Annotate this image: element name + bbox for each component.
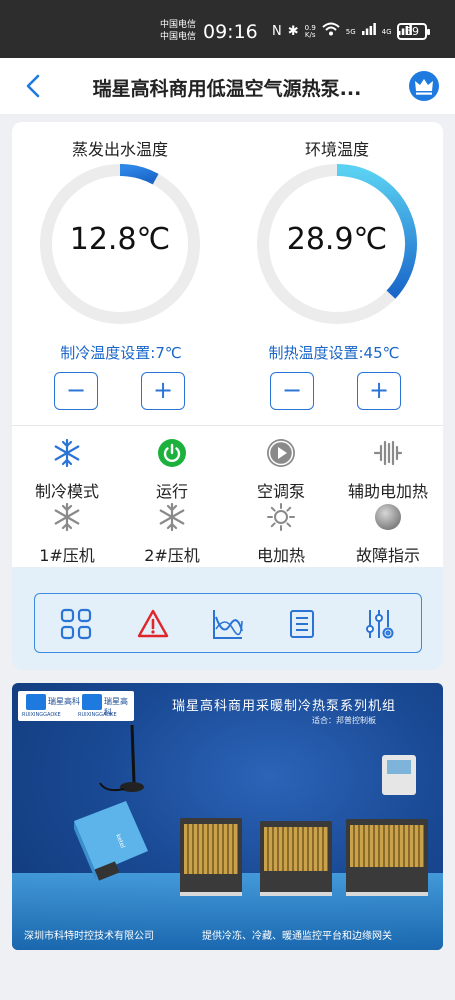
- status-auxiliary-heating-label: 辅助电加热: [347, 482, 428, 501]
- status-cooling-mode-label: 制冷模式: [34, 482, 99, 501]
- evaporator-outlet-temp-value: 12.8℃: [69, 222, 171, 257]
- trend-chart-icon[interactable]: [211, 607, 245, 641]
- status-cooling-mode: 制冷模式: [12, 438, 122, 502]
- system-status-bar: 中国电信 中国电信 09:16 N ✱ 0.9 K/s 5G 4G 69: [0, 0, 455, 58]
- gateway-device-image: ketel: [74, 801, 148, 881]
- heat-pump-unit-image: [260, 821, 332, 896]
- heater-icon: [373, 440, 403, 466]
- settings-sliders-icon[interactable]: [362, 607, 396, 641]
- banner-slogan: 提供冷冻、冷藏、暖通监控平台和边缘网关: [202, 931, 392, 942]
- status-compressor-1-label: 1#压机: [39, 546, 95, 565]
- warning-icon[interactable]: [136, 607, 170, 641]
- vip-button[interactable]: [409, 71, 439, 101]
- wifi-icon: [322, 22, 340, 41]
- status-compressor-2-label: 2#压机: [144, 546, 200, 565]
- ambient-temp-value: 28.9℃: [286, 222, 388, 257]
- gauge-progress-arc: [119, 164, 159, 185]
- unit-grille: [264, 827, 328, 871]
- carrier-labels: 中国电信 中国电信: [160, 19, 196, 43]
- app-header: 瑞星高科商用低温空气源热泵...: [0, 58, 455, 114]
- cooling-setpoint-increase-button[interactable]: +: [141, 372, 185, 410]
- banner-title: 瑞星高科商用采暖制冷热泵系列机组: [172, 699, 397, 714]
- nfc-icon: N: [272, 23, 282, 39]
- banner-subtitle: 适合：邦普控制板: [312, 716, 376, 725]
- control-panel-image: [382, 755, 416, 795]
- brand-logo-2-en: RUIXINGGAOKE: [78, 712, 117, 718]
- back-button[interactable]: [22, 72, 46, 100]
- bluetooth-icon: ✱: [287, 23, 299, 39]
- evaporator-outlet-temp-label: 蒸发出水温度: [71, 140, 168, 159]
- brand-logo-1-text: 瑞星高科: [48, 697, 80, 706]
- power-icon: [158, 439, 186, 467]
- banner-company-name: 深圳市科特时控技术有限公司: [24, 931, 154, 942]
- status-electric-heating: 电加热: [226, 502, 336, 566]
- page-title: 瑞星高科商用低温空气源热泵...: [92, 78, 362, 100]
- status-icons: N ✱ 0.9 K/s 5G 4G: [272, 22, 412, 41]
- cooling-setpoint-label[interactable]: 制冷温度设置:7℃: [26, 342, 216, 363]
- sim-2-network: 4G: [381, 27, 392, 36]
- status-compressor-2: 2#压机: [117, 502, 227, 566]
- chevron-left-icon: [26, 74, 40, 98]
- carrier-1: 中国电信: [160, 20, 197, 30]
- status-running: 运行: [117, 438, 227, 502]
- cooling-setpoint-decrease-button[interactable]: −: [54, 372, 98, 410]
- unit-grille: [184, 824, 238, 874]
- status-fault-indicator: 故障指示: [333, 502, 443, 566]
- promo-banner[interactable]: 瑞星高科 瑞星高科 RUIXINGGAOKE RUIXINGGAOKE 瑞星高科…: [12, 683, 443, 950]
- status-ac-pump-label: 空调泵: [256, 482, 305, 501]
- brand-logo-icon: [82, 694, 102, 710]
- function-panel: [12, 567, 443, 670]
- unit-base: [346, 892, 428, 896]
- network-speed-unit: K/s: [304, 30, 316, 39]
- heating-setpoint-label[interactable]: 制热温度设置:45℃: [239, 342, 429, 363]
- unit-base: [180, 892, 242, 896]
- snowflake-icon: [54, 438, 80, 468]
- snowflake-icon: [159, 502, 185, 532]
- status-compressor-1: 1#压机: [12, 502, 122, 566]
- heat-pump-unit-image: [346, 819, 428, 896]
- unit-grille: [350, 825, 424, 867]
- network-speed: 0.9 K/s: [304, 24, 316, 39]
- status-electric-heating-label: 电加热: [256, 546, 305, 565]
- device-status-card: 蒸发出水温度 12.8℃ 环境温度 28.9℃ 制冷温度设置:7℃ 制热温度设置…: [12, 122, 443, 670]
- sun-icon: [267, 503, 295, 531]
- list-icon[interactable]: [285, 607, 319, 641]
- indicator-light-icon: [375, 504, 401, 530]
- carrier-2: 中国电信: [160, 32, 197, 42]
- sim-1-network: 5G: [345, 27, 356, 36]
- clock: 09:16: [203, 21, 258, 43]
- control-panel-screen: [387, 760, 411, 774]
- ambient-temp-label: 环境温度: [304, 140, 369, 159]
- crown-icon: [415, 79, 433, 95]
- unit-base: [260, 892, 332, 896]
- brand-logos: 瑞星高科 瑞星高科 RUIXINGGAOKE RUIXINGGAOKE: [18, 691, 134, 721]
- grid-menu-icon[interactable]: [59, 607, 93, 641]
- snowflake-icon: [54, 502, 80, 532]
- heating-setpoint-decrease-button[interactable]: −: [270, 372, 314, 410]
- brand-logo-1-en: RUIXINGGAOKE: [22, 712, 61, 718]
- play-icon: [267, 439, 295, 467]
- battery-indicator: 69: [397, 23, 430, 40]
- status-running-label: 运行: [155, 482, 188, 501]
- function-toolbar: [34, 593, 422, 653]
- brand-logo-icon: [26, 694, 46, 710]
- heating-setpoint-increase-button[interactable]: +: [357, 372, 401, 410]
- status-auxiliary-heating: 辅助电加热: [333, 438, 443, 502]
- status-ac-pump: 空调泵: [226, 438, 336, 502]
- section-divider: [12, 425, 443, 426]
- signal-1-icon: [361, 23, 376, 40]
- status-fault-indicator-label: 故障指示: [355, 546, 420, 565]
- heat-pump-unit-image: [180, 818, 242, 896]
